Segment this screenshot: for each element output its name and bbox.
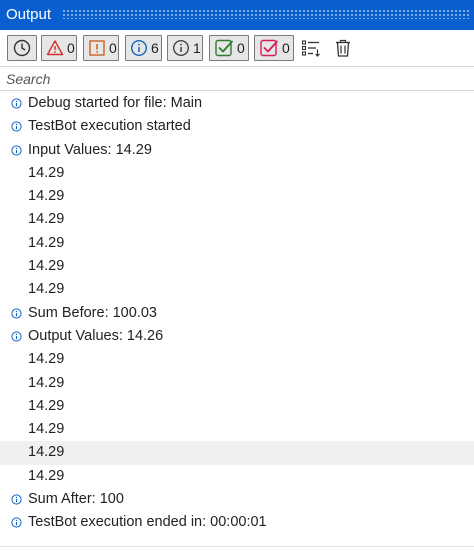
log-entry-text: 14.29 — [28, 211, 65, 228]
output-toolbar: 0 0 6 1 0 0 — [0, 30, 474, 66]
errors-filter-button[interactable]: 0 — [41, 35, 77, 61]
info-icon — [11, 144, 22, 156]
log-entry[interactable]: 14.29 — [0, 348, 474, 371]
log-entry-text: Debug started for file: Main — [28, 95, 203, 111]
log-entry-text: 14.29 — [28, 281, 65, 298]
log-entry-text: 14.29 — [28, 258, 65, 275]
log-entry-text: 14.29 — [28, 444, 65, 461]
output-log[interactable]: Debug started for file: Main TestBot exec… — [0, 92, 474, 535]
log-entry[interactable]: 14.29 — [0, 232, 474, 255]
log-entry[interactable]: 14.29 — [0, 465, 474, 488]
log-entry[interactable]: 14.29 — [0, 395, 474, 418]
info-icon — [11, 308, 22, 319]
log-entry-text: Output Values: 14.26 — [28, 327, 164, 344]
log-entry-text: Input Values: 14.29 — [28, 141, 152, 158]
log-entry[interactable]: 14.29 — [0, 372, 474, 395]
panel-bottom-border — [0, 546, 474, 547]
log-entry-text: 14.29 — [28, 188, 65, 205]
log-entry-text: 14.29 — [28, 164, 65, 181]
info-icon — [130, 39, 148, 57]
log-entry-text: TestBot execution started — [28, 118, 191, 135]
info-count: 6 — [151, 40, 159, 56]
trace-icon — [172, 39, 190, 57]
clear-filters-icon — [301, 40, 320, 57]
titlebar-grip[interactable] — [62, 9, 470, 19]
log-entry[interactable]: 14.29 — [0, 185, 474, 208]
log-entry[interactable]: Debug started for file: Main — [0, 92, 474, 115]
info-icon — [11, 331, 22, 342]
warnings-filter-button[interactable]: 0 — [83, 35, 119, 61]
log-entry-text: 14.29 — [28, 397, 65, 414]
clock-icon — [13, 39, 31, 57]
failed-check-icon — [260, 39, 278, 57]
log-entry[interactable]: 14.29 — [0, 255, 474, 278]
warning-icon — [89, 40, 105, 56]
log-entry-text: TestBot execution ended in: 00:00:01 — [28, 514, 267, 531]
errors-count: 0 — [67, 40, 75, 56]
info-icon — [11, 494, 22, 505]
log-entry-text: 14.29 — [28, 234, 65, 251]
log-entry[interactable]: Sum Before: 100.03 — [0, 302, 474, 325]
panel-title: Output — [6, 6, 52, 23]
trash-icon — [336, 39, 350, 57]
error-triangle-icon — [46, 40, 64, 56]
log-entry[interactable]: Sum After: 100 — [0, 488, 474, 511]
trace-filter-button[interactable]: 1 — [167, 35, 203, 61]
log-entry-text: 14.29 — [28, 467, 65, 484]
log-entry-text: Sum After: 100 — [28, 491, 124, 508]
log-entry[interactable]: Input Values: 14.29 — [0, 139, 474, 162]
log-entry-text: 14.29 — [28, 351, 65, 368]
failed-filter-button[interactable]: 0 — [254, 35, 294, 61]
warnings-count: 0 — [109, 40, 117, 56]
failed-count: 0 — [282, 40, 290, 56]
timestamp-toggle-button[interactable] — [7, 35, 37, 61]
success-filter-button[interactable]: 0 — [209, 35, 249, 61]
log-entry[interactable]: Output Values: 14.26 — [0, 325, 474, 348]
log-entry[interactable]: 14.29 — [0, 208, 474, 231]
success-check-icon — [215, 39, 233, 57]
log-entry[interactable]: 14.29 — [0, 162, 474, 185]
search-input[interactable] — [6, 69, 466, 88]
clear-output-button[interactable] — [334, 35, 354, 61]
info-filter-button[interactable]: 6 — [125, 35, 162, 61]
log-entry-text: Sum Before: 100.03 — [28, 304, 157, 321]
success-count: 0 — [237, 40, 245, 56]
log-entry[interactable]: TestBot execution started — [0, 115, 474, 138]
info-icon — [11, 517, 22, 528]
log-entry[interactable]: 14.29 — [0, 278, 474, 301]
log-entry[interactable]: TestBot execution ended in: 00:00:01 — [0, 511, 474, 534]
log-entry-text: 14.29 — [28, 374, 65, 391]
search-bar — [0, 66, 474, 91]
output-panel-titlebar: Output — [0, 0, 474, 30]
trace-count: 1 — [193, 40, 201, 56]
info-icon — [11, 121, 22, 132]
log-entry-text: 14.29 — [28, 421, 65, 438]
clear-filters-button[interactable] — [301, 35, 323, 61]
info-icon — [11, 98, 22, 109]
log-entry[interactable]: 14.29 — [0, 418, 474, 441]
log-entry[interactable]: 14.29 — [0, 441, 474, 465]
